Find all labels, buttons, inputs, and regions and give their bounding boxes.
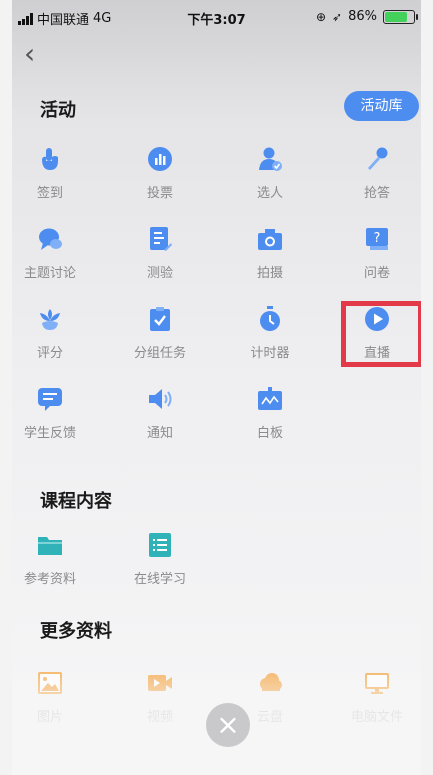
svg-text:?: ?: [374, 231, 381, 246]
battery-nub: [416, 13, 418, 20]
grid-item-label: 分组任务: [133, 346, 186, 361]
grid-item-label: 参考资料: [23, 572, 76, 587]
grid-item-label: 白板: [256, 426, 283, 441]
bar-chart-icon: [147, 146, 173, 172]
course-content-title: 课程内容: [40, 491, 112, 512]
grid-item-label: 拍摄: [256, 266, 283, 281]
grid-item-label: 评分: [36, 346, 63, 361]
lock-rotation-icon: ⊕: [315, 9, 327, 24]
grid-item-camera[interactable]: 拍摄: [220, 226, 320, 292]
whiteboard-icon: [257, 386, 283, 412]
grid-item-stopwatch[interactable]: 计时器: [220, 306, 320, 372]
grid-item-person-check[interactable]: 选人: [220, 146, 320, 212]
more-materials-title: 更多资料: [40, 621, 112, 642]
grid-item-folder[interactable]: 参考资料: [12, 532, 100, 598]
flower-icon: [37, 306, 63, 332]
microphone-icon: [364, 146, 390, 172]
stopwatch-icon: [257, 306, 283, 332]
grid-item-chat-bubble[interactable]: 主题讨论: [12, 226, 100, 292]
grid-item-label: 签到: [36, 186, 63, 201]
person-check-icon: [257, 146, 283, 172]
grid-item-label: 主题讨论: [23, 266, 76, 281]
grid-item-whiteboard[interactable]: 白板: [220, 386, 320, 452]
activities-title: 活动: [40, 100, 76, 121]
grid-item-label: 计时器: [250, 346, 290, 361]
location-icon: ➶: [332, 9, 343, 24]
back-button[interactable]: ‹: [24, 40, 35, 68]
quiz-doc-icon: [147, 226, 173, 252]
battery-percent: 86%: [348, 9, 377, 24]
live-highlight-box: [341, 301, 421, 367]
grid-item-label: 在线学习: [133, 572, 186, 587]
chat-bubble-icon: [37, 226, 63, 252]
feedback-chat-icon: [37, 386, 63, 412]
grid-item-speaker[interactable]: 通知: [110, 386, 210, 452]
grid-item-microphone[interactable]: 抢答: [327, 146, 421, 212]
status-right: ⊕ ➶ 86%: [315, 9, 418, 24]
grid-item-label: 问卷: [363, 266, 390, 281]
grid-item-flower[interactable]: 评分: [12, 306, 100, 372]
grid-item-hand-tap[interactable]: 签到: [12, 146, 100, 212]
app-screen: 中国联通 4G 下午3:07 ⊕ ➶ 86% ‹ 活动 活动库 签到 投票 选人 抢答…: [12, 0, 421, 775]
activity-library-button[interactable]: 活动库: [344, 91, 419, 121]
grid-item-quiz-doc[interactable]: 测验: [110, 226, 210, 292]
grid-item-bar-chart[interactable]: 投票: [110, 146, 210, 212]
grid-item-list-doc[interactable]: 在线学习: [110, 532, 210, 598]
grid-item-label: 抢答: [363, 186, 390, 201]
battery-fill: [385, 11, 407, 22]
grid-item-label: 投票: [146, 186, 173, 201]
clipboard-check-icon: [147, 306, 173, 332]
hand-tap-icon: [37, 146, 63, 172]
grid-item-label: 选人: [256, 186, 283, 201]
grid-item-label: 学生反馈: [23, 426, 76, 441]
grid-item-clipboard-check[interactable]: 分组任务: [110, 306, 210, 372]
grid-item-label: 通知: [146, 426, 173, 441]
list-doc-icon: [147, 532, 173, 558]
folder-icon: [37, 532, 63, 558]
status-bar: 中国联通 4G 下午3:07 ⊕ ➶ 86%: [12, 0, 421, 34]
grid-item-label: 测验: [146, 266, 173, 281]
question-card-icon: ?: [364, 226, 390, 252]
close-button[interactable]: ×: [206, 703, 250, 747]
battery-icon: [383, 9, 418, 24]
grid-item-question-card[interactable]: ? 问卷: [327, 226, 421, 292]
speaker-icon: [147, 386, 173, 412]
camera-icon: [257, 226, 283, 252]
grid-item-feedback-chat[interactable]: 学生反馈: [12, 386, 100, 452]
